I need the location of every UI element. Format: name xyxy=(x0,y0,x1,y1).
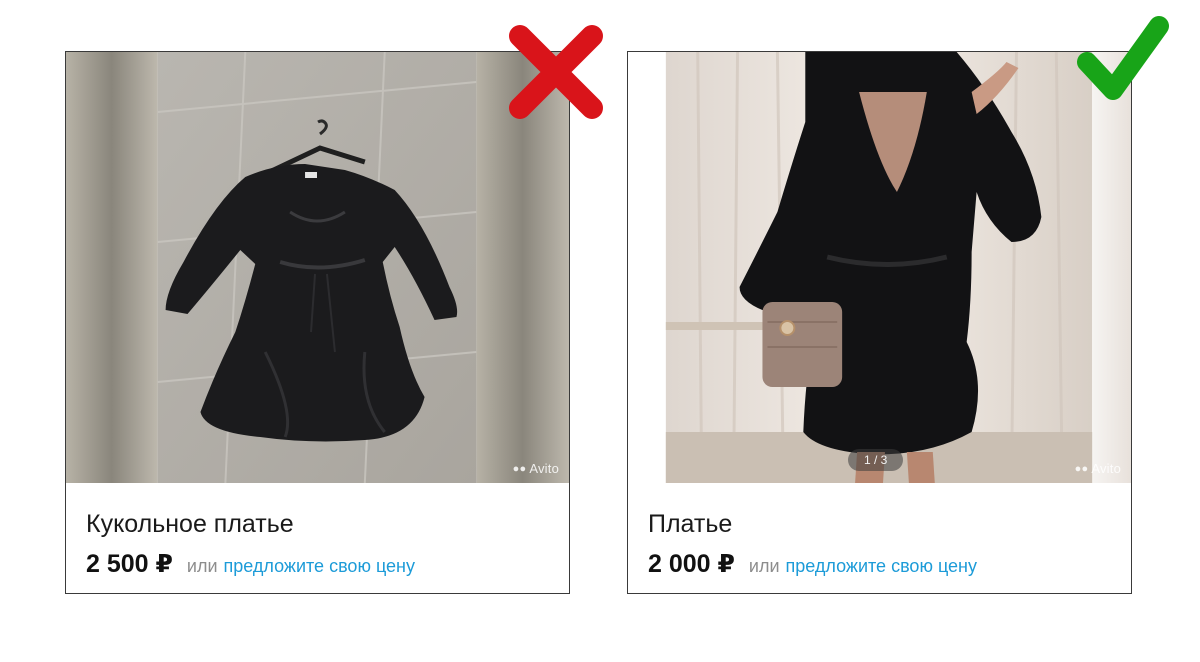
listing-card[interactable]: ●● Avito Кукольное платье 2 500 ₽ или пр… xyxy=(65,51,570,594)
avito-watermark: ●● Avito xyxy=(1074,461,1121,476)
listing-title[interactable]: Кукольное платье xyxy=(86,509,569,539)
listing-price: 2 000 ₽ xyxy=(648,550,735,578)
listing-info: Кукольное платье 2 500 ₽ или предложите … xyxy=(66,483,569,579)
avito-logo-icon: ●● xyxy=(1074,462,1089,475)
avito-watermark: ●● Avito xyxy=(512,461,559,476)
model-in-dress-photo xyxy=(628,52,1131,483)
listing-info: Платье 2 000 ₽ или предложите свою цену xyxy=(628,483,1131,579)
listing-card[interactable]: 1 / 3 ●● Avito Платье 2 000 ₽ или предло… xyxy=(627,51,1132,594)
listing-photo[interactable]: ●● Avito xyxy=(66,52,569,483)
avito-logo-icon: ●● xyxy=(512,462,527,475)
offer-price-link[interactable]: предложите свою цену xyxy=(786,556,977,577)
green-check-icon xyxy=(1077,16,1169,100)
listing-title[interactable]: Платье xyxy=(648,509,1131,539)
red-cross-icon xyxy=(509,25,603,119)
listing-photo[interactable]: 1 / 3 ●● Avito xyxy=(628,52,1131,483)
price-row: 2 000 ₽ или предложите свою цену xyxy=(648,549,1131,579)
or-label: или xyxy=(186,556,218,576)
or-label: или xyxy=(748,556,780,576)
price-row: 2 500 ₽ или предложите свою цену xyxy=(86,549,569,579)
offer-price-link[interactable]: предложите свою цену xyxy=(224,556,415,577)
dress-on-floor-photo xyxy=(66,52,569,483)
listing-price: 2 500 ₽ xyxy=(86,550,173,578)
photo-counter: 1 / 3 xyxy=(848,449,904,471)
